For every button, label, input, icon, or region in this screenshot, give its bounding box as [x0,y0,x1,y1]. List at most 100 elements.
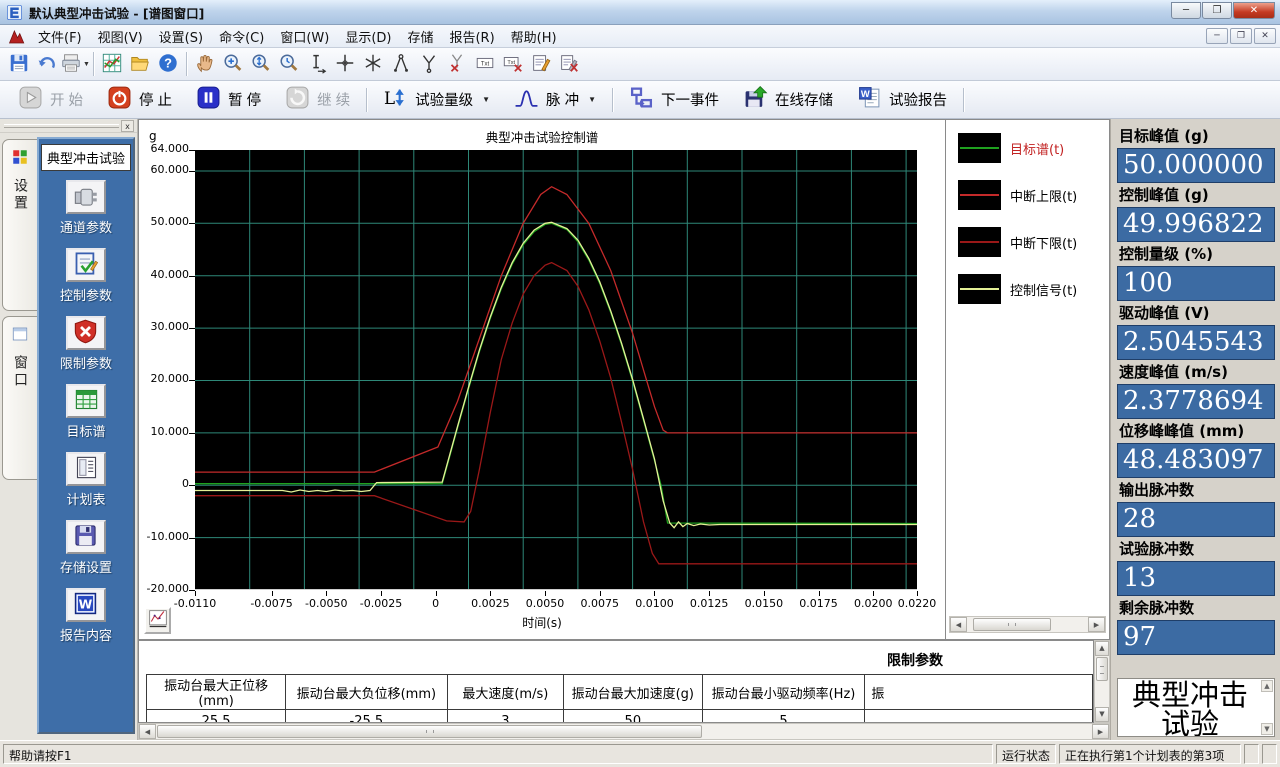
scroll-right-arrow-icon[interactable]: ▶ [1088,617,1105,632]
peak-marker-button[interactable] [359,51,387,78]
child-close-button[interactable]: ✕ [1254,28,1276,44]
pulse-button[interactable]: 脉 冲▼ [502,84,608,116]
scroll-left-arrow-icon[interactable]: ◀ [950,617,967,632]
pulse-icon [514,85,539,114]
x-tick-mark [381,591,382,596]
resume-label: 继 续 [317,89,350,110]
scroll-thumb[interactable] [1096,657,1108,681]
sidebar-item-5[interactable]: 计划表 [66,452,106,508]
y-axis-unit: g [149,129,157,143]
table-vertical-scrollbar[interactable]: ▲ ▼ [1094,640,1110,723]
menu-item-2[interactable]: 视图(V) [90,28,151,49]
sidebar-item-4[interactable]: 目标谱 [66,384,106,440]
scroll-up-arrow-icon[interactable]: ▲ [1095,641,1109,656]
scroll-left-arrow-icon[interactable]: ◀ [139,724,156,739]
menu-item-5[interactable]: 窗口(W) [272,28,337,49]
legend-item[interactable]: 控制信号(t) [958,274,1109,304]
annotation-delete-button[interactable] [555,51,583,78]
scroll-thumb[interactable] [157,725,702,738]
dock-grip[interactable]: x [0,119,137,133]
chart-grid-button[interactable] [98,51,126,78]
x-tick-label: 0.0050 [514,597,576,610]
cursor-measure-icon [306,52,328,77]
side-tab-1[interactable]: 设置 [2,139,37,311]
legend-item[interactable]: 中断下限(t) [958,227,1109,257]
test-level-button[interactable]: L试验量级▼ [371,84,502,116]
bottom-horizontal-scrollbar[interactable]: ◀ ▶ [138,723,1110,740]
application-window: 默认典型冲击试验 - [谱图窗口] ─ ❐ ✕ 文件(F)视图(V)设置(S)命… [0,0,1280,767]
scroll-down-arrow-icon[interactable]: ▼ [1095,707,1109,722]
scroll-down-arrow-icon[interactable]: ▼ [1261,723,1273,735]
open-folder-button[interactable] [126,51,154,78]
test-level-label: 试验量级 [415,89,473,110]
scroll-up-arrow-icon[interactable]: ▲ [1261,680,1273,692]
help-button[interactable]: ? [154,51,182,78]
menu-item-6[interactable]: 显示(D) [337,28,399,49]
scroll-track[interactable] [156,724,1092,739]
limit-table-cell: 50 [564,710,702,723]
menu-item-7[interactable]: 存储 [399,28,441,49]
child-restore-button[interactable]: ❐ [1230,28,1252,44]
annotation-edit-button[interactable] [527,51,555,78]
sidebar-item-6[interactable]: 存储设置 [60,520,112,576]
sidebar-item-3[interactable]: 限制参数 [60,316,112,372]
pan-hand-button[interactable] [191,51,219,78]
sidebar-item-7[interactable]: W报告内容 [60,588,112,644]
stat-value: 97 [1117,620,1275,655]
legend-label: 目标谱(t) [1010,139,1064,158]
test-report-button[interactable]: W试验报告 [845,84,959,116]
pause-button[interactable]: 暂 停 [184,84,273,116]
test-name-text: 典型冲击试验 [1132,678,1248,737]
text-label-button[interactable]: Txt [471,51,499,78]
scroll-thumb[interactable] [973,618,1051,631]
next-event-icon [629,85,654,114]
stat-label: 输出脉冲数 [1119,479,1275,500]
left-dock: x 设置窗口 典型冲击试验 通道参数控制参数限制参数目标谱计划表存储设置W报告内… [0,119,138,740]
save-icon [8,52,30,77]
legend-swatch [958,133,1001,163]
menu-item-4[interactable]: 命令(C) [211,28,272,49]
zoom-time-button[interactable] [275,51,303,78]
sidebar-item-2[interactable]: 控制参数 [60,248,112,304]
dock-close-button[interactable]: x [121,120,134,132]
legend-item[interactable]: 中断上限(t) [958,180,1109,210]
legend-horizontal-scrollbar[interactable]: ◀ ▶ [949,616,1106,633]
legend-item[interactable]: 目标谱(t) [958,133,1109,163]
menu-item-3[interactable]: 设置(S) [151,28,211,49]
menu-item-1[interactable]: 文件(F) [30,28,90,49]
crosshair-button[interactable] [331,51,359,78]
save-button[interactable] [5,51,33,78]
sidebar-item-1[interactable]: 通道参数 [60,180,112,236]
close-button[interactable]: ✕ [1233,2,1275,19]
zoom-vertical-button[interactable] [247,51,275,78]
plot-tool-button[interactable] [144,607,171,634]
side-tab-2[interactable]: 窗口 [2,316,37,480]
cursor-delete-button[interactable] [443,51,471,78]
y-tick-mark [189,433,195,434]
plot-area[interactable] [195,150,917,590]
zoom-in-button[interactable] [219,51,247,78]
cursor-measure-button[interactable] [303,51,331,78]
next-event-button[interactable]: 下一事件 [617,84,731,116]
minimize-button[interactable]: ─ [1171,2,1201,19]
restore-button[interactable]: ❐ [1202,2,1232,19]
annotation-delete-icon [558,52,580,77]
undo-icon [36,52,58,77]
scroll-right-arrow-icon[interactable]: ▶ [1092,724,1109,739]
undo-button[interactable] [33,51,61,78]
menu-item-8[interactable]: 报告(R) [441,28,502,49]
stop-button[interactable]: 停 止 [95,84,184,116]
child-minimize-button[interactable]: ─ [1206,28,1228,44]
text-label-delete-button[interactable]: Txt [499,51,527,78]
y-tick-mark [189,223,195,224]
print-button[interactable]: ▼ [61,51,89,78]
caliper-closed-button[interactable] [415,51,443,78]
y-tick-mark [189,150,195,151]
caliper-open-button[interactable] [387,51,415,78]
limit-table-cell: 3 [447,710,564,723]
online-storage-button[interactable]: 在线存储 [731,84,845,116]
menu-item-9[interactable]: 帮助(H) [503,28,565,49]
y-tick-label: -10.000 [143,530,189,543]
scroll-track[interactable] [967,617,1088,632]
dropdown-arrow-icon: ▼ [588,95,596,104]
